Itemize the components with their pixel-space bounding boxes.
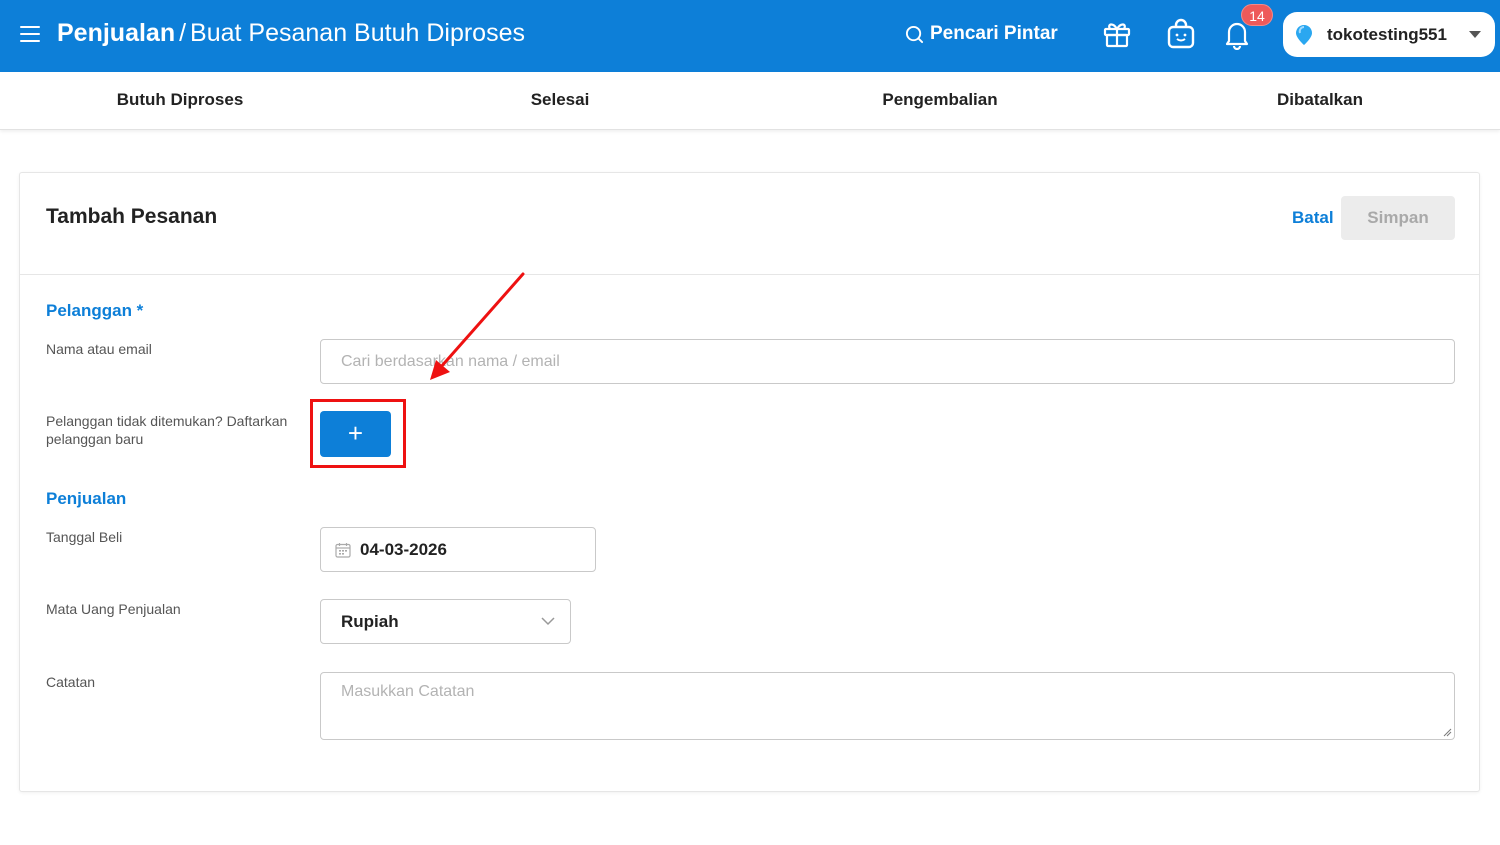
location-pin-icon	[1296, 24, 1312, 45]
card-title: Tambah Pesanan	[46, 205, 218, 228]
smart-search-button[interactable]: Pencari Pintar	[905, 23, 1058, 45]
purchase-date-input[interactable]: 04-03-2026	[320, 527, 596, 572]
cancel-button[interactable]: Batal	[1292, 208, 1334, 228]
notes-placeholder: Masukkan Catatan	[341, 683, 475, 700]
top-bar: Penjualan / Buat Pesanan Butuh Diproses Pe…	[0, 0, 1500, 72]
name-or-email-label: Nama atau email	[46, 341, 152, 357]
currency-label: Mata Uang Penjualan	[46, 601, 181, 617]
shopping-bag-icon[interactable]	[1165, 18, 1197, 50]
tab-butuh-diproses[interactable]: Butuh Diproses	[0, 72, 370, 130]
resize-grip-icon[interactable]	[1443, 728, 1452, 737]
calendar-icon	[335, 542, 351, 558]
tab-dibatalkan[interactable]: Dibatalkan	[1130, 72, 1500, 130]
add-customer-button[interactable]: +	[320, 411, 391, 457]
smart-search-label: Pencari Pintar	[930, 23, 1058, 44]
save-button[interactable]: Simpan	[1341, 196, 1455, 240]
purchase-date-value: 04-03-2026	[360, 539, 447, 559]
tab-pengembalian[interactable]: Pengembalian	[750, 72, 1130, 130]
hamburger-icon[interactable]	[20, 26, 40, 42]
currency-value: Rupiah	[341, 611, 399, 631]
order-status-tabs: Butuh Diproses Selesai Pengembalian Diba…	[0, 72, 1500, 130]
tab-selesai[interactable]: Selesai	[370, 72, 750, 130]
page-title: Penjualan / Buat Pesanan Butuh Diproses	[57, 19, 525, 48]
customer-search-input[interactable]: Cari berdasarkan nama / email	[320, 339, 1455, 384]
gift-icon[interactable]	[1101, 18, 1133, 50]
sales-section-heading: Penjualan	[46, 489, 127, 508]
page-title-text: Buat Pesanan Butuh Diproses	[190, 19, 525, 47]
store-selector[interactable]: tokotesting551	[1283, 12, 1495, 57]
currency-select[interactable]: Rupiah	[320, 599, 571, 644]
customer-not-found-label: Pelanggan tidak ditemukan? Daftarkan pel…	[46, 413, 288, 447]
chevron-down-icon	[541, 617, 555, 626]
caret-down-icon	[1469, 31, 1481, 38]
search-icon	[905, 25, 924, 43]
customer-section-heading: Pelanggan *	[46, 301, 144, 320]
breadcrumb-root[interactable]: Penjualan	[57, 19, 175, 47]
store-name: tokotesting551	[1327, 24, 1447, 44]
breadcrumb-separator: /	[179, 19, 187, 47]
notes-textarea[interactable]: Masukkan Catatan	[320, 672, 1455, 740]
purchase-date-label: Tanggal Beli	[46, 529, 123, 545]
notification-count-badge: 14	[1241, 4, 1273, 26]
add-order-card: Tambah Pesanan Batal Simpan Pelanggan * …	[19, 172, 1480, 792]
card-header: Tambah Pesanan Batal Simpan	[20, 173, 1479, 275]
notes-label: Catatan	[46, 674, 96, 690]
